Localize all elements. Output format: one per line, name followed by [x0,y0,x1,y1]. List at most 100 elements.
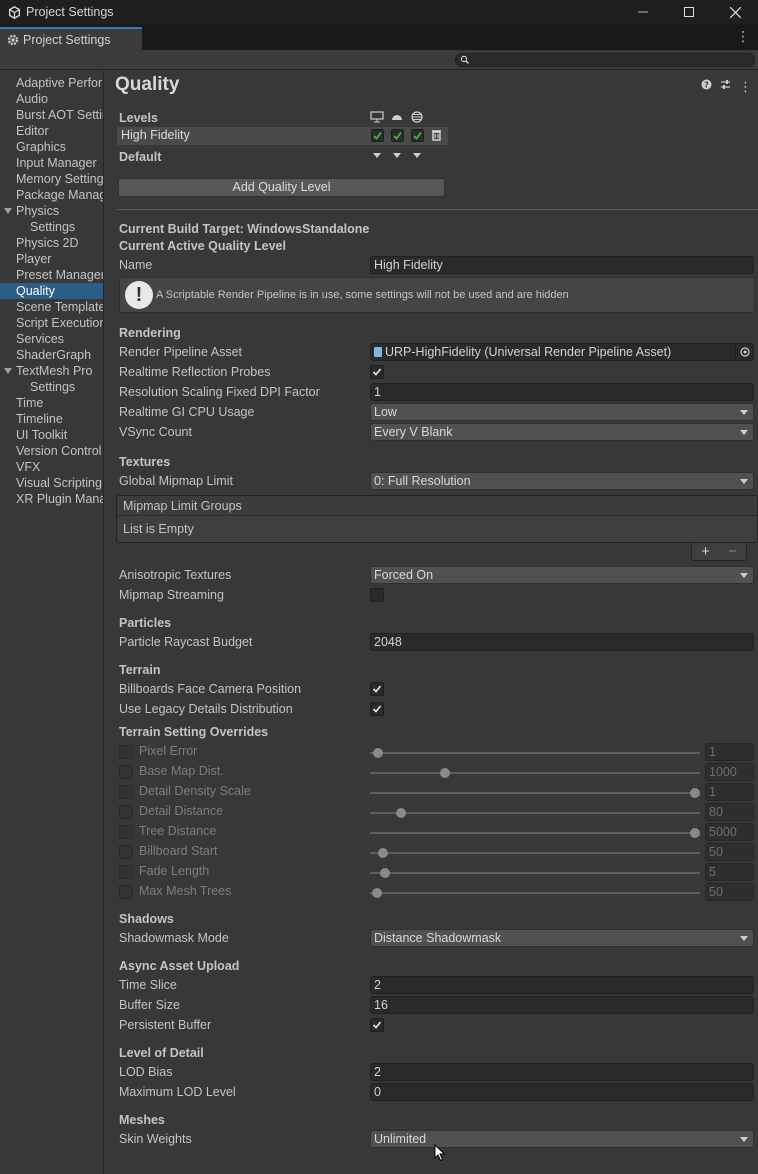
sidebar-item-vfx[interactable]: VFX [0,459,103,475]
sidebar-item-package-manager[interactable]: Package Manager [0,187,103,203]
override-base-map-dist-slider[interactable] [370,772,700,774]
sidebar-item-time[interactable]: Time [0,395,103,411]
shadowmask-dropdown[interactable]: Distance Shadowmask [370,929,754,947]
delete-level-icon[interactable] [431,129,442,144]
help-icon[interactable]: ? [701,79,712,93]
override-billboard-start-slider[interactable] [370,852,700,854]
override-pixel-error-slider[interactable] [370,752,700,754]
level-android-checkbox[interactable] [391,129,404,142]
override-detail-distance-checkbox[interactable] [119,805,133,819]
mipmap-groups-header[interactable]: Mipmap Limit Groups [117,496,757,516]
override-billboard-start-value[interactable]: 50 [705,843,754,861]
buffer-size-field[interactable]: 16 [370,996,754,1014]
slider-handle[interactable] [690,788,700,798]
override-base-map-dist-checkbox[interactable] [119,765,133,779]
name-field[interactable]: High Fidelity [370,256,754,274]
default-android-dropdown[interactable] [393,153,401,161]
tab-menu-icon[interactable]: ⋮ [736,29,750,43]
billboards-checkbox[interactable] [370,682,384,696]
sidebar-item-memory-settings[interactable]: Memory Settings [0,171,103,187]
override-tree-distance-value[interactable]: 5000 [705,823,754,841]
sidebar-item-burst-aot[interactable]: Burst AOT Settings [0,107,103,123]
add-quality-level-button[interactable]: Add Quality Level [118,178,445,197]
override-billboard-start-checkbox[interactable] [119,845,133,859]
override-detail-density-scale-slider[interactable] [370,792,700,794]
vsync-dropdown[interactable]: Every V Blank [370,423,754,441]
override-detail-density-scale-value[interactable]: 1 [705,783,754,801]
close-button[interactable] [712,0,758,24]
sidebar-item-player[interactable]: Player [0,251,103,267]
override-tree-distance-checkbox[interactable] [119,825,133,839]
sidebar-item-xr-plugin[interactable]: XR Plugin Management [0,491,103,507]
gi-dropdown[interactable]: Low [370,403,754,421]
sidebar-item-ui-toolkit[interactable]: UI Toolkit [0,427,103,443]
slider-handle[interactable] [373,748,384,758]
preset-icon[interactable] [720,79,731,93]
override-fade-length-slider[interactable] [370,872,700,874]
sidebar-item-editor[interactable]: Editor [0,123,103,139]
persistent-checkbox[interactable] [370,1018,384,1032]
sidebar-item-physics[interactable]: Physics [0,203,103,219]
override-max-mesh-trees-slider[interactable] [370,892,700,894]
dpi-field[interactable]: 1 [370,383,754,401]
sidebar-item-visual-scripting[interactable]: Visual Scripting [0,475,103,491]
sidebar-item-services[interactable]: Services [0,331,103,347]
slider-handle[interactable] [371,888,382,898]
skin-weights-dropdown[interactable]: Unlimited [370,1130,754,1148]
mipmap-limit-dropdown[interactable]: 0: Full Resolution [370,472,754,490]
legacy-checkbox[interactable] [370,702,384,716]
minimize-button[interactable] [620,0,666,24]
override-detail-density-scale-checkbox[interactable] [119,785,133,799]
lod-bias-field[interactable]: 2 [370,1063,754,1081]
expand-arrow-icon[interactable] [4,368,12,374]
override-detail-distance-value[interactable]: 80 [705,803,754,821]
override-base-map-dist-value[interactable]: 1000 [705,763,754,781]
sidebar-item-physics-2d[interactable]: Physics 2D [0,235,103,251]
sidebar-item-version-control[interactable]: Version Control [0,443,103,459]
pipeline-asset-field[interactable]: URP-HighFidelity (Universal Render Pipel… [370,343,754,361]
sidebar-item-textmesh-pro[interactable]: TextMesh Pro [0,363,103,379]
more-menu-icon[interactable]: ⋮ [739,80,752,93]
override-tree-distance-slider[interactable] [370,832,700,834]
aniso-dropdown[interactable]: Forced On [370,566,754,584]
slider-handle[interactable] [440,768,451,778]
slider-handle[interactable] [395,808,406,818]
time-slice-field[interactable]: 2 [370,976,754,994]
sidebar-item-input-manager[interactable]: Input Manager [0,155,103,171]
sidebar-item-timeline[interactable]: Timeline [0,411,103,427]
level-desktop-checkbox[interactable] [371,129,384,142]
maximize-button[interactable] [666,0,712,24]
sidebar-item-preset-manager[interactable]: Preset Manager [0,267,103,283]
slider-handle[interactable] [379,868,390,878]
sidebar-item-adaptive-performance[interactable]: Adaptive Performance [0,75,103,91]
tab-project-settings[interactable]: Project Settings [0,27,142,50]
override-pixel-error-checkbox[interactable] [119,745,133,759]
max-lod-field[interactable]: 0 [370,1083,754,1101]
sidebar-item-scene-template[interactable]: Scene Template [0,299,103,315]
sidebar-item-shadergraph[interactable]: ShaderGraph [0,347,103,363]
override-fade-length-value[interactable]: 5 [705,863,754,881]
default-webgl-dropdown[interactable] [413,153,421,161]
default-desktop-dropdown[interactable] [373,153,381,161]
slider-handle[interactable] [690,828,700,838]
override-max-mesh-trees-value[interactable]: 50 [705,883,754,901]
override-pixel-error-value[interactable]: 1 [705,743,754,761]
expand-arrow-icon[interactable] [4,208,12,214]
sidebar-item-textmesh-settings[interactable]: Settings [0,379,103,395]
remove-item-button[interactable]: − [728,543,737,560]
search-input[interactable] [455,53,755,67]
add-item-button[interactable]: + [701,543,710,560]
sidebar-item-script-execution[interactable]: Script Execution Order [0,315,103,331]
object-picker-icon[interactable] [735,344,753,360]
sidebar-item-graphics[interactable]: Graphics [0,139,103,155]
override-fade-length-checkbox[interactable] [119,865,133,879]
override-max-mesh-trees-checkbox[interactable] [119,885,133,899]
sidebar-item-audio[interactable]: Audio [0,91,103,107]
override-detail-distance-slider[interactable] [370,812,700,814]
streaming-checkbox[interactable] [370,588,384,602]
sidebar-item-quality[interactable]: Quality [0,283,103,299]
raycast-field[interactable]: 2048 [370,633,754,651]
reflection-checkbox[interactable] [370,365,384,379]
sidebar-item-physics-settings[interactable]: Settings [0,219,103,235]
slider-handle[interactable] [378,848,388,858]
